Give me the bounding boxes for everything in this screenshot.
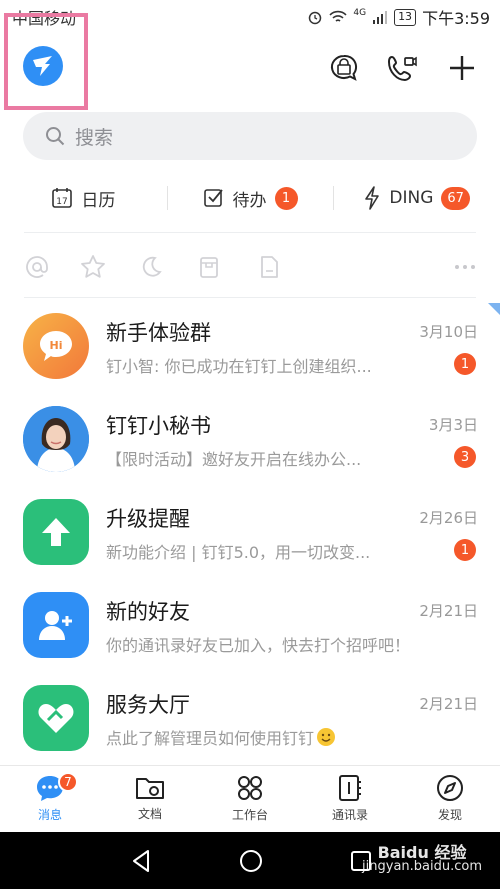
chat-name: 服务大厅 [106,693,190,717]
watermark-brand: Baidu 经验 [377,843,467,862]
tab-contacts[interactable]: 通讯录 [300,766,400,831]
add-icon[interactable] [444,50,480,86]
svg-text:Hi: Hi [50,339,63,352]
lightning-icon [365,186,380,210]
add-person-icon [39,611,72,640]
chat-date: 3月10日 [419,323,478,341]
android-nav-bar: Baidu 经验 jingyan.baidu.com [0,832,500,889]
tab-workbench-label: 工作台 [231,808,268,822]
tab-discover[interactable]: 发现 [400,766,500,831]
checkbox-icon [203,189,223,207]
chat-date: 2月21日 [419,695,478,713]
search-placeholder: 搜索 [75,126,114,149]
tab-contacts-label: 通讯录 [331,808,368,822]
home-circle-icon [240,850,262,872]
unread-badge: 1 [454,353,476,375]
upgrade-avatar [23,499,89,565]
quick-ding-label: DING [389,188,434,208]
clock: 下午3:59 [422,9,490,28]
chat-preview: 钉小智: 你已成功在钉钉上创建组织... [106,357,372,376]
chat-list-item[interactable]: 钉钉小秘书 3月3日 【限时活动】邀好友开启在线办公... 3 [0,406,500,500]
unread-badge: 3 [454,446,476,468]
quick-todo[interactable]: 待办 1 [166,176,334,220]
tab-workbench[interactable]: 工作台 [200,766,300,831]
more-icon[interactable] [450,252,480,282]
heart-hands-icon [38,704,74,733]
baidu-jingyan-watermark: Baidu 经验 jingyan.baidu.com [362,843,482,874]
grid-icon [238,776,262,800]
woman-photo-icon [23,406,89,472]
folder-icon [136,778,164,799]
quick-access-row: 17 日历 待办 1 DING 67 [0,176,500,220]
smiley-emoji-icon [317,728,336,746]
tab-documents[interactable]: 文档 [100,766,200,831]
box-icon[interactable] [194,252,224,282]
document-icon[interactable] [254,252,284,282]
todo-badge: 1 [274,186,298,210]
hi-bubble-icon: Hi [40,331,72,361]
home-button[interactable] [236,846,266,876]
chat-name: 升级提醒 [106,507,190,531]
quick-todo-label: 待办 [232,190,267,211]
alarm-icon [309,11,322,25]
chat-name: 新的好友 [106,600,190,624]
chat-date: 2月21日 [419,602,478,620]
status-icons: 4G 13 下午3:59 [307,5,490,29]
video-call-icon[interactable] [384,50,420,86]
quick-calendar-label: 日历 [81,190,116,211]
bottom-tab-bar: 消息 7 文档 工作台 通讯录 发现 [0,765,500,831]
moon-icon[interactable] [136,252,166,282]
arrow-up-icon [42,518,70,546]
chat-date: 2月26日 [419,509,478,527]
new-friend-avatar [23,592,89,658]
chat-preview: 你的通讯录好友已加入，快去打个招呼吧！ [106,636,411,655]
chat-list-item[interactable]: 新的好友 2月21日 你的通讯录好友已加入，快去打个招呼吧！ [0,592,500,686]
secret-chat-icon[interactable] [326,50,362,86]
chat-list-item[interactable]: 升级提醒 2月26日 新功能介绍 | 钉钉5.0，用一切改变... 1 [0,499,500,593]
wifi-icon [329,10,347,22]
dingtalk-logo-icon[interactable] [23,46,63,86]
back-button[interactable] [126,846,156,876]
unread-badge: 1 [454,539,476,561]
signal-icon [373,11,388,24]
chat-name: 钉钉小秘书 [106,414,211,438]
watermark-url: jingyan.baidu.com [362,859,482,874]
tab-messages[interactable]: 消息 7 [0,766,100,831]
chat-date: 3月3日 [428,416,478,434]
person-avatar [23,406,89,472]
quick-calendar[interactable]: 17 日历 [0,176,167,220]
chat-preview: 【限时活动】邀好友开启在线办公... [106,450,362,469]
compass-icon [437,775,463,801]
divider [24,297,476,298]
search-bar[interactable]: 搜索 [23,112,477,160]
search-icon [46,127,65,146]
back-triangle-icon [133,850,149,872]
filter-row [0,248,500,286]
chat-preview: 新功能介绍 | 钉钉5.0，用一切改变... [106,543,371,562]
messages-badge: 7 [58,772,78,792]
contacts-icon [339,775,361,801]
chat-preview: 点此了解管理员如何使用钉钉 [106,725,336,749]
chat-preview-text: 点此了解管理员如何使用钉钉 [106,729,315,748]
battery-indicator: 13 [394,8,417,26]
chat-list-item[interactable]: Hi 新手体验群 3月10日 钉小智: 你已成功在钉钉上创建组织... 1 [0,313,500,407]
quick-ding[interactable]: DING 67 [333,176,500,220]
chat-name: 新手体验群 [106,321,211,345]
tab-messages-label: 消息 [37,808,62,822]
star-icon[interactable] [78,252,108,282]
calendar-icon: 17 [52,188,73,208]
tab-discover-label: 发现 [437,808,462,822]
svg-text:17: 17 [57,197,68,207]
divider [24,232,476,233]
at-mention-icon[interactable] [22,252,52,282]
ding-badge: 67 [441,186,470,210]
group-avatar: Hi [23,313,89,379]
network-type: 4G [353,8,367,18]
tab-documents-label: 文档 [137,807,162,821]
service-hall-avatar [23,685,89,751]
